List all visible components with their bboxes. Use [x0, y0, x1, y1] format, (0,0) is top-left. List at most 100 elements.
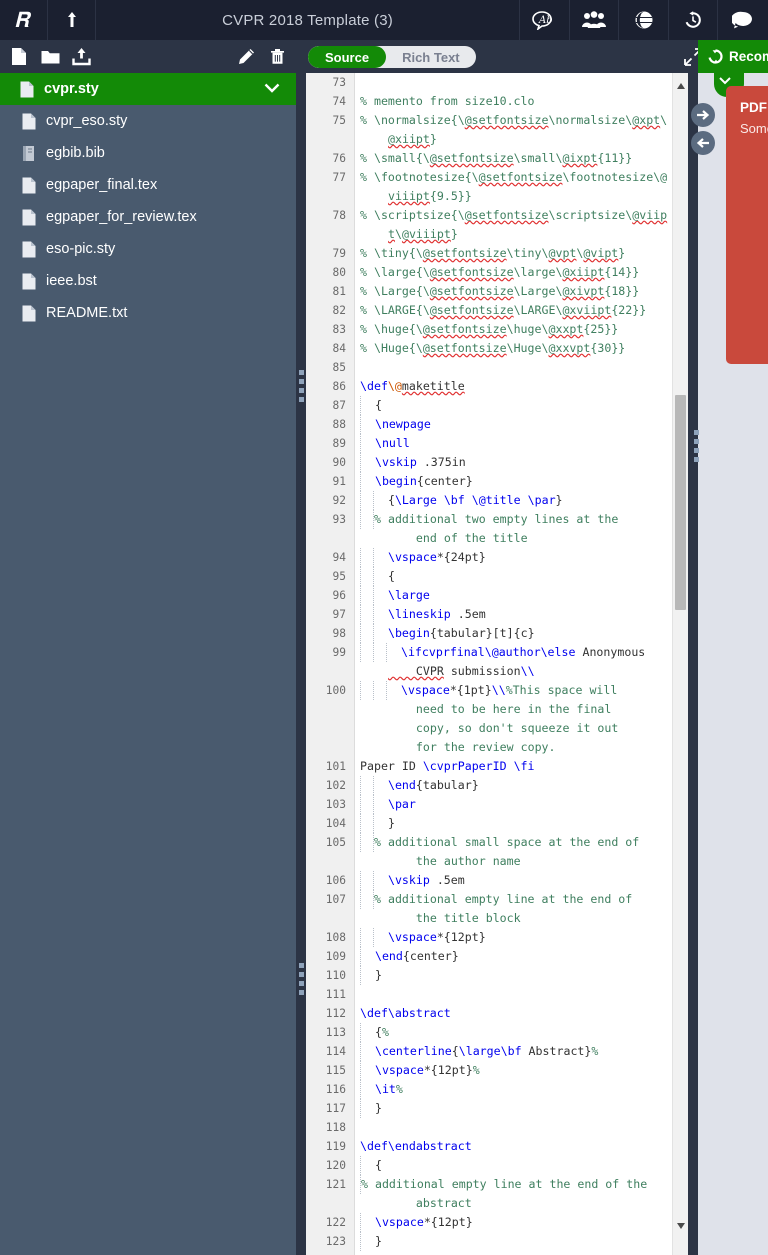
file-tree-item-readme-txt[interactable]: README.txt: [0, 297, 296, 329]
code-line[interactable]: 100 \vspace*{1pt}\\%This space will need…: [306, 681, 688, 757]
file-tree-item-egpaper-for-review-tex[interactable]: egpaper_for_review.tex: [0, 201, 296, 233]
code-line-text[interactable]: \vspace*{12pt}: [355, 928, 688, 947]
code-line[interactable]: 74 % memento from size10.clo: [306, 92, 688, 111]
code-line-text[interactable]: % additional empty line at the end of th…: [355, 890, 688, 928]
code-line-text[interactable]: % \Huge{\@setfontsize\Huge\@xxvpt{30}}: [355, 339, 688, 358]
code-line-text[interactable]: % \small{\@setfontsize\small\@ixpt{11}}: [355, 149, 688, 168]
code-line-text[interactable]: % \footnotesize{\@setfontsize\footnotesi…: [355, 168, 688, 206]
code-line-text[interactable]: }: [355, 966, 688, 985]
code-line[interactable]: 109 \end{center}: [306, 947, 688, 966]
code-line-text[interactable]: \end{tabular}: [355, 776, 688, 795]
code-line[interactable]: 121 % additional empty line at the end of…: [306, 1175, 688, 1213]
code-line[interactable]: 82 % \LARGE{\@setfontsize\LARGE\@xviipt{2…: [306, 301, 688, 320]
pencil-rename-icon[interactable]: [236, 47, 256, 67]
code-line[interactable]: 78 % \scriptsize{\@setfontsize\scriptsize…: [306, 206, 688, 244]
code-line-text[interactable]: {%: [355, 1023, 688, 1042]
code-line[interactable]: 122 \vspace*{12pt}: [306, 1213, 688, 1232]
code-line-text[interactable]: \begin{center}: [355, 472, 688, 491]
code-line[interactable]: 103 \par: [306, 795, 688, 814]
code-line-text[interactable]: \newpage: [355, 415, 688, 434]
code-line-text[interactable]: \lineskip .5em: [355, 605, 688, 624]
code-line[interactable]: 91 \begin{center}: [306, 472, 688, 491]
code-line-text[interactable]: {: [355, 396, 688, 415]
code-line-text[interactable]: \def\endabstract: [355, 1137, 688, 1156]
code-line[interactable]: 90 \vskip .375in: [306, 453, 688, 472]
share-people-icon[interactable]: [570, 0, 620, 40]
code-line[interactable]: 97 \lineskip .5em: [306, 605, 688, 624]
code-line-text[interactable]: \vspace*{12pt}: [355, 1213, 688, 1232]
file-tree-item-egpaper-final-tex[interactable]: egpaper_final.tex: [0, 169, 296, 201]
editor-pdf-resize-handle[interactable]: [688, 73, 698, 1255]
file-tree-item-ieee-bst[interactable]: ieee.bst: [0, 265, 296, 297]
code-line-text[interactable]: \ifcvprfinal\@author\else Anonymous CVPR…: [355, 643, 688, 681]
code-line-text[interactable]: \it%: [355, 1080, 688, 1099]
code-line-text[interactable]: % \Large{\@setfontsize\Large\@xivpt{18}}: [355, 282, 688, 301]
editor-mode-toggle[interactable]: Source Rich Text: [308, 46, 476, 68]
code-line[interactable]: 106 \vskip .5em: [306, 871, 688, 890]
scrollbar-thumb[interactable]: [675, 395, 686, 610]
code-line-text[interactable]: \par: [355, 795, 688, 814]
file-tree-item-egbib-bib[interactable]: egbib.bib: [0, 137, 296, 169]
code-line[interactable]: 101 Paper ID \cvprPaperID \fi: [306, 757, 688, 776]
chevron-down-icon[interactable]: [264, 82, 280, 98]
code-line-text[interactable]: {: [355, 1156, 688, 1175]
code-line[interactable]: 115 \vspace*{12pt}%: [306, 1061, 688, 1080]
code-line[interactable]: 117 }: [306, 1099, 688, 1118]
code-line-text[interactable]: \def\abstract: [355, 1004, 688, 1023]
arrow-left-circle-icon[interactable]: [691, 131, 715, 155]
code-line[interactable]: 87 {: [306, 396, 688, 415]
code-line-text[interactable]: }: [355, 814, 688, 833]
code-line-text[interactable]: % memento from size10.clo: [355, 92, 688, 111]
code-line-text[interactable]: \centerline{\large\bf Abstract}%: [355, 1042, 688, 1061]
code-line-text[interactable]: \vspace*{24pt}: [355, 548, 688, 567]
code-line-text[interactable]: {: [355, 567, 688, 586]
new-folder-icon[interactable]: [39, 46, 61, 68]
tab-source[interactable]: Source: [308, 46, 387, 68]
code-line-text[interactable]: % \LARGE{\@setfontsize\LARGE\@xviipt{22}…: [355, 301, 688, 320]
code-line-text[interactable]: \vskip .375in: [355, 453, 688, 472]
code-line[interactable]: 76 % \small{\@setfontsize\small\@ixpt{11}…: [306, 149, 688, 168]
code-line-text[interactable]: % additional two empty lines at the end …: [355, 510, 688, 548]
code-line[interactable]: 88 \newpage: [306, 415, 688, 434]
code-line-text[interactable]: \null: [355, 434, 688, 453]
code-line-text[interactable]: % \normalsize{\@setfontsize\normalsize\@…: [355, 111, 688, 149]
code-line[interactable]: 96 \large: [306, 586, 688, 605]
scroll-up-arrow-icon[interactable]: [676, 77, 686, 89]
upload-icon[interactable]: [70, 46, 92, 68]
code-line[interactable]: 107 % additional empty line at the end of…: [306, 890, 688, 928]
code-line[interactable]: 95 {: [306, 567, 688, 586]
code-line-text[interactable]: \vspace*{1pt}\\%This space will need to …: [355, 681, 688, 757]
code-line[interactable]: 77 % \footnotesize{\@setfontsize\footnote…: [306, 168, 688, 206]
publish-globe-icon[interactable]: [619, 0, 669, 40]
code-line[interactable]: 118: [306, 1118, 688, 1137]
code-line[interactable]: 83 % \huge{\@setfontsize\huge\@xxpt{25}}: [306, 320, 688, 339]
recompile-bar[interactable]: Recompile: [698, 40, 768, 73]
code-line[interactable]: 75 % \normalsize{\@setfontsize\normalsize…: [306, 111, 688, 149]
editor-scrollbar[interactable]: [672, 73, 688, 1255]
code-line-text[interactable]: \end{center}: [355, 947, 688, 966]
code-line[interactable]: 110 }: [306, 966, 688, 985]
spell-check-icon[interactable]: Ab: [520, 0, 570, 40]
code-line[interactable]: 113 {%: [306, 1023, 688, 1042]
code-line[interactable]: 79 % \tiny{\@setfontsize\tiny\@vpt\@vipt}: [306, 244, 688, 263]
code-line-text[interactable]: \vskip .5em: [355, 871, 688, 890]
history-icon[interactable]: [669, 0, 719, 40]
code-line[interactable]: 86 \def\@maketitle: [306, 377, 688, 396]
back-to-projects-icon[interactable]: [48, 0, 96, 40]
code-line-text[interactable]: \large: [355, 586, 688, 605]
arrow-right-circle-icon[interactable]: [691, 103, 715, 127]
code-line-text[interactable]: % \tiny{\@setfontsize\tiny\@vpt\@vipt}: [355, 244, 688, 263]
scroll-down-arrow-icon[interactable]: [676, 1217, 686, 1229]
source-editor[interactable]: 73 74% memento from size10.clo 75% \normal…: [306, 73, 688, 1255]
overleaf-logo-icon[interactable]: 𝐑: [0, 0, 48, 40]
code-line[interactable]: 112 \def\abstract: [306, 1004, 688, 1023]
code-line[interactable]: 80 % \large{\@setfontsize\large\@xiipt{14…: [306, 263, 688, 282]
code-line[interactable]: 104 }: [306, 814, 688, 833]
code-line[interactable]: 108 \vspace*{12pt}: [306, 928, 688, 947]
code-line-text[interactable]: % \scriptsize{\@setfontsize\scriptsize\@…: [355, 206, 688, 244]
code-line[interactable]: 114 \centerline{\large\bf Abstract}%: [306, 1042, 688, 1061]
code-line[interactable]: 123 }: [306, 1232, 688, 1251]
chat-icon[interactable]: [718, 0, 768, 40]
code-line-text[interactable]: % additional empty line at the end of th…: [355, 1175, 688, 1213]
code-line[interactable]: 102 \end{tabular}: [306, 776, 688, 795]
